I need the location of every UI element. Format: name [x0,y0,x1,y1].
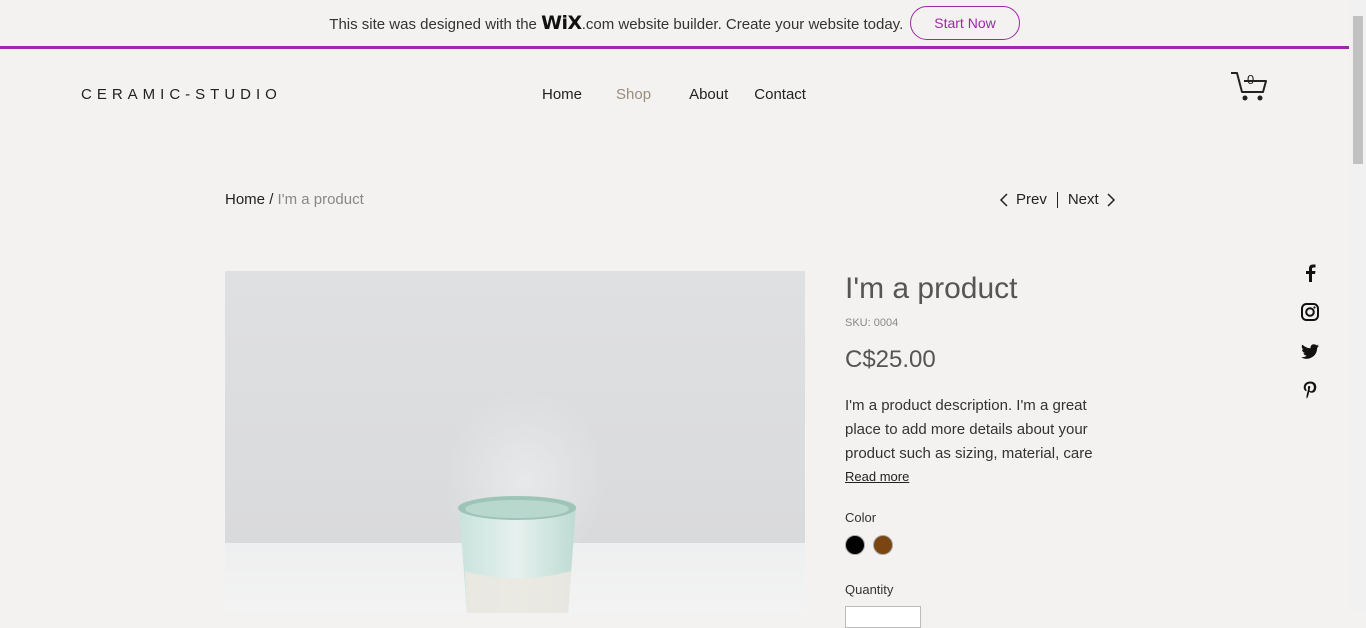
color-label: Color [845,510,877,525]
chevron-left-icon [999,192,1008,207]
product-price: C$25.00 [845,346,936,373]
breadcrumb-separator: / [269,191,274,208]
product-sku: SKU: 0004 [845,317,899,329]
pinterest-icon[interactable] [1299,379,1321,401]
next-label: Next [1067,191,1099,208]
site-logo[interactable]: CERAMIC-STUDIO [81,86,282,103]
social-bar [1299,262,1321,418]
product-pager: Prev Next [998,191,1117,208]
start-now-button[interactable]: Start Now [910,6,1020,40]
nav-about[interactable]: About [689,86,728,103]
color-swatches [845,535,901,555]
quantity-label: Quantity [845,582,894,597]
quantity-stepper[interactable] [845,606,921,628]
banner-text-after: .com website builder. Create your websit… [581,16,904,33]
color-swatch-black[interactable] [845,535,865,555]
scrollbar-thumb[interactable] [1353,16,1363,164]
prev-label: Prev [1016,191,1047,208]
chevron-right-icon [1107,192,1115,207]
wix-logo: WiX [541,12,582,34]
main-nav: Home Shop About Contact [530,86,806,103]
banner-text-before: This site was designed with the [329,16,537,33]
breadcrumb-home[interactable]: Home [225,191,265,208]
product-description: I'm a product description. I'm a great p… [845,397,1093,462]
nav-shop[interactable]: Shop [616,86,651,103]
breadcrumb: Home / I'm a product [225,191,364,208]
page-scrollbar[interactable] [1349,0,1366,613]
prev-link[interactable]: Prev [998,191,1047,208]
cart-count: 0 [1247,72,1255,87]
ceramic-cup-photo [225,271,805,613]
nav-contact[interactable]: Contact [754,86,806,103]
instagram-icon[interactable] [1299,301,1321,323]
nav-home[interactable]: Home [542,86,582,103]
read-more-link[interactable]: Read more [845,469,909,484]
breadcrumb-current: I'm a product [277,191,364,208]
product-title: I'm a product [845,272,1018,305]
color-swatch-brown[interactable] [873,535,893,555]
facebook-icon[interactable] [1299,262,1321,284]
twitter-icon[interactable] [1299,340,1321,362]
product-image[interactable] [225,271,805,613]
next-link[interactable]: Next [1068,191,1117,208]
wix-banner: This site was designed with the WiX.com … [0,0,1349,49]
banner-text: This site was designed with the WiX.com … [329,12,903,34]
pager-divider [1056,191,1058,208]
